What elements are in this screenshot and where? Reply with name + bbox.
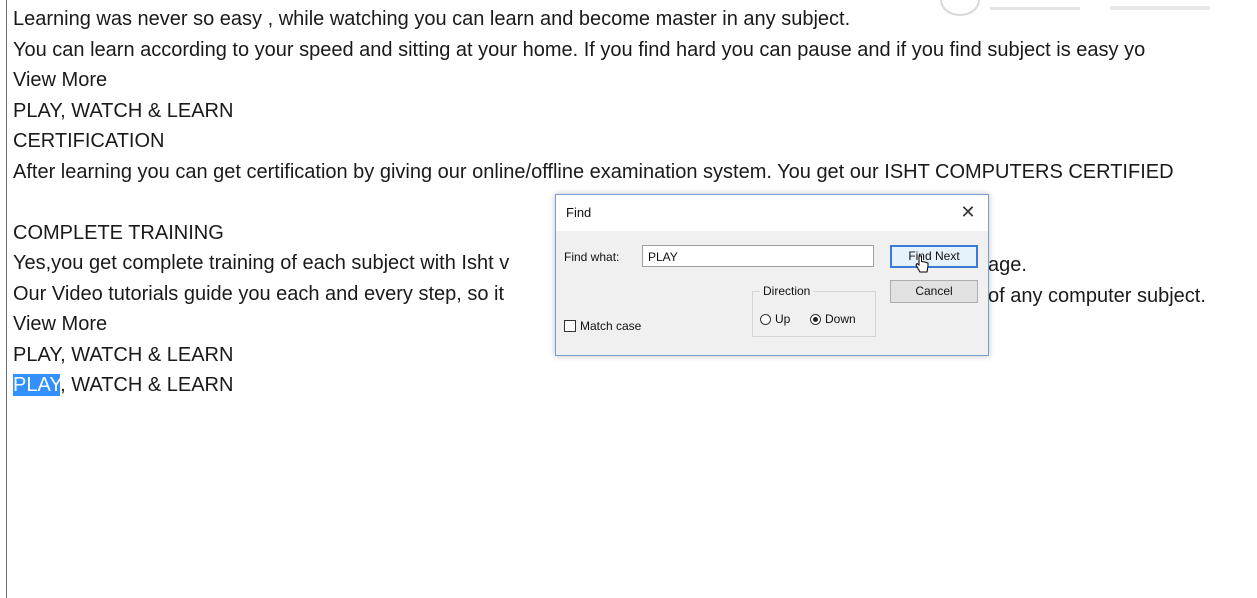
- doc-heading: CERTIFICATION: [13, 130, 165, 152]
- view-more-link[interactable]: View More: [13, 65, 1257, 96]
- cancel-button[interactable]: Cancel: [890, 280, 978, 303]
- up-label: Up: [775, 312, 791, 326]
- checkbox-unchecked-icon: [564, 320, 576, 332]
- dialog-title: Find: [566, 205, 592, 220]
- doc-line: You can learn according to your speed an…: [13, 38, 1146, 61]
- doc-line-tail: age.: [988, 254, 1027, 276]
- radio-checked-icon: [810, 313, 821, 325]
- down-label: Down: [825, 312, 856, 326]
- window-left-border: [6, 0, 7, 598]
- find-what-label: Find what:: [564, 250, 620, 264]
- close-icon[interactable]: ✕: [954, 199, 982, 225]
- doc-line-rest: , WATCH & LEARN: [60, 374, 234, 396]
- doc-line: PLAY, WATCH & LEARN: [13, 99, 234, 122]
- direction-down-radio[interactable]: Down: [810, 312, 856, 326]
- radio-unchecked-icon: [760, 313, 771, 325]
- doc-line: Learning was never so easy , while watch…: [13, 8, 851, 30]
- direction-up-radio[interactable]: Up: [760, 312, 790, 326]
- doc-line: After learning you can get certification…: [13, 160, 1174, 183]
- doc-line-start: Our Video tutorials guide you each and e…: [13, 282, 505, 305]
- search-match-highlight: PLAY: [13, 374, 61, 396]
- hand-pointer-icon: [915, 255, 929, 273]
- find-dialog: Find ✕ Find what: PLAY Find Next Cancel …: [555, 194, 989, 356]
- dialog-titlebar[interactable]: Find ✕: [556, 195, 988, 231]
- match-case-checkbox[interactable]: Match case: [564, 319, 641, 333]
- doc-line-with-match: PLAY, WATCH & LEARN: [13, 370, 1257, 401]
- direction-label: Direction: [760, 284, 814, 298]
- doc-line-start: Yes,you get complete training of each su…: [13, 252, 510, 274]
- match-case-label: Match case: [580, 319, 642, 333]
- find-next-button[interactable]: Find Next: [890, 245, 978, 268]
- doc-line-tail: of any computer subject.: [988, 285, 1206, 307]
- find-what-input[interactable]: PLAY: [642, 245, 874, 267]
